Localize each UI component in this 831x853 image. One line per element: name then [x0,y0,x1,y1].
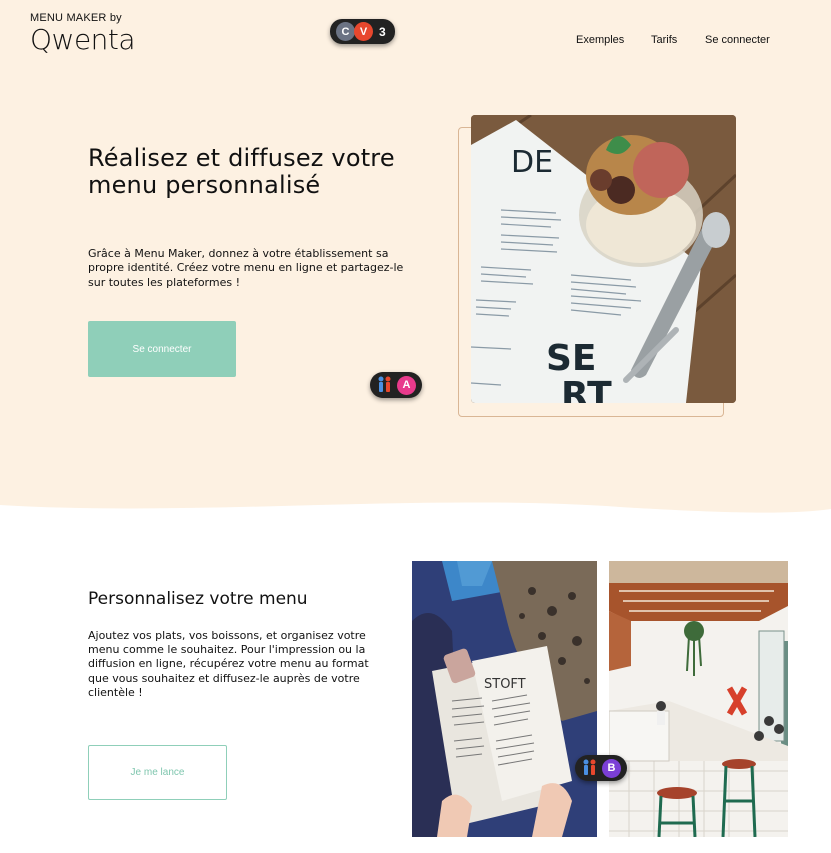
get-started-button[interactable]: Je me lance [88,745,227,800]
menu-card-title: STOFT [484,677,526,692]
hero-description: Grâce à Menu Maker, donnez à votre établ… [88,247,404,289]
people-icon [376,375,394,395]
hero-login-button[interactable]: Se connecter [88,321,236,377]
avatar-a: A [397,375,416,395]
menu-heading-se: SE [546,338,597,379]
section-description: Ajoutez vos plats, vos boissons, et orga… [88,629,369,699]
comment-badge-a[interactable]: A [370,372,422,398]
logo[interactable]: MENU MAKER by Qwenta [30,12,136,56]
menu-card-photo: STOFT [412,561,597,837]
collaborators-badge[interactable]: C V 3 [330,19,395,44]
avatar-c: C [336,22,355,41]
dessert-menu-image: DE SE RT [471,115,736,403]
people-icon [581,758,599,778]
menu-heading-de: DE [511,145,553,180]
cafe-illustration [609,561,788,837]
avatar-b: B [602,758,621,778]
dessert-illustration: DE SE RT [471,115,736,403]
comment-badge-b[interactable]: B [575,755,627,781]
cafe-interior-photo [609,561,788,837]
nav-examples[interactable]: Exemples [576,34,624,46]
wave-divider [0,502,831,545]
hero-title: Réalisez et diffusez votre menu personna… [88,144,395,199]
avatar-v: V [354,22,373,41]
collaborators-count: 3 [379,24,386,39]
section-title: Personnalisez votre menu [88,589,308,609]
nav-login[interactable]: Se connecter [705,34,770,46]
nav-pricing[interactable]: Tarifs [651,34,677,46]
logo-wordmark: Qwenta [30,23,136,56]
menu-photo-illustration: STOFT [412,561,597,837]
menu-heading-rt: RT [561,375,612,403]
